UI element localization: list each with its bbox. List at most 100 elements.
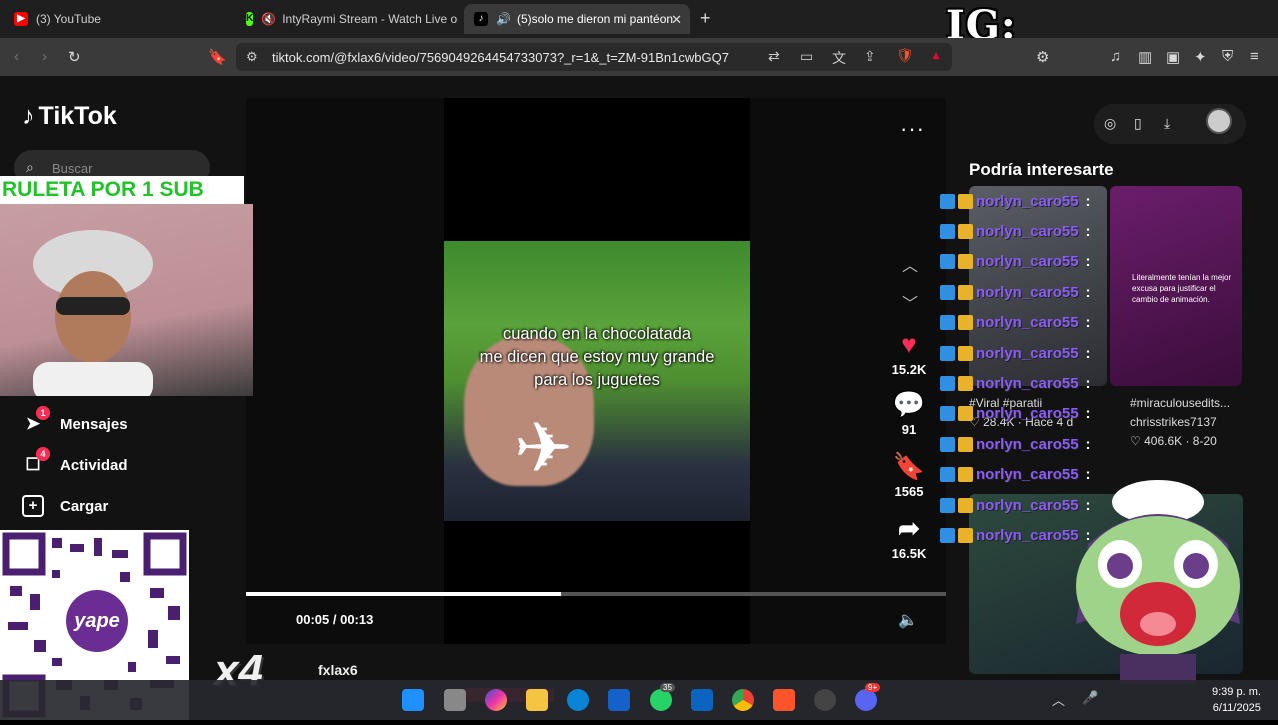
new-tab-button[interactable]: + xyxy=(700,8,711,29)
tray-chevron-icon[interactable]: ︿ xyxy=(1052,690,1065,709)
ai-icon[interactable]: ✦ xyxy=(1194,48,1207,66)
bookmark-icon: 🔖 xyxy=(892,451,926,481)
rewards-icon[interactable]: ▲ xyxy=(930,48,942,62)
tab-kick-stream[interactable]: K 🔇 IntyRaymi Stream - Watch Live on xyxy=(236,4,458,34)
muted-icon: 🔇 xyxy=(261,12,277,26)
share-icon[interactable]: ⇪ xyxy=(864,48,876,65)
close-tab-icon[interactable]: ✕ xyxy=(671,12,682,28)
back-icon[interactable]: ‹ xyxy=(14,48,19,65)
chrome-icon[interactable] xyxy=(732,689,754,711)
volume-icon[interactable]: 🔈 xyxy=(898,610,918,630)
like-button[interactable]: ♥ 15.2K xyxy=(876,330,942,377)
edge-icon[interactable] xyxy=(567,689,589,711)
sidebar-item-messages[interactable]: ➤ 1 Mensajes xyxy=(22,406,128,435)
system-clock[interactable]: 9:39 p. m. 6/11/2025 xyxy=(1212,684,1261,716)
subscriber-badge-icon xyxy=(958,467,973,483)
chat-separator: : xyxy=(1085,344,1091,362)
save-count: 1565 xyxy=(894,484,924,499)
tiktok-icon: ♪ xyxy=(474,12,488,26)
save-button[interactable]: 🔖 1565 xyxy=(876,452,942,499)
moderator-badge-icon xyxy=(940,527,955,543)
brave-shield-icon[interactable]: 🛡 xyxy=(896,47,914,64)
sidebar-item-upload[interactable]: + Cargar xyxy=(22,495,108,517)
avatar[interactable] xyxy=(1206,108,1232,134)
music-icon[interactable]: ♫ xyxy=(1110,48,1121,65)
video-author[interactable]: fxlax6 xyxy=(318,662,358,678)
wallet-icon[interactable]: ▣ xyxy=(1166,48,1180,66)
next-video-icon[interactable]: ﹀ xyxy=(902,290,918,314)
chat-message-row: norlyn_caro55: xyxy=(940,429,1120,459)
discord-icon[interactable]: 9+ xyxy=(855,683,881,711)
browser-tab-strip: ▶ (3) YouTube K 🔇 IntyRaymi Stream - Wat… xyxy=(0,0,1278,96)
file-explorer-icon[interactable] xyxy=(526,689,548,711)
tiktok-logo[interactable]: ♪ TikTok xyxy=(22,102,117,131)
chat-message-row: norlyn_caro55: xyxy=(940,338,1120,368)
extensions-icon[interactable]: ⚙ xyxy=(1036,48,1049,66)
start-icon[interactable] xyxy=(402,689,424,711)
moderator-badge-icon xyxy=(940,467,955,483)
language-icon[interactable]: 文 xyxy=(832,48,846,68)
brave-icon[interactable] xyxy=(773,689,795,711)
tab-tiktok-active[interactable]: ♪ 🔊 (5)solo me dieron mi pantéon ✕ xyxy=(464,4,690,34)
chat-username: norlyn_caro55 xyxy=(976,283,1079,301)
upload-icon: + xyxy=(22,495,44,517)
download-icon[interactable]: ⤓ xyxy=(1164,115,1170,132)
moderator-badge-icon xyxy=(940,284,955,300)
recommended-video-card[interactable]: Literalmente tenían la mejor excusa para… xyxy=(1110,186,1242,386)
chat-separator: : xyxy=(1085,283,1091,301)
translate-icon[interactable]: ⇄ xyxy=(768,48,780,65)
chat-message-row: norlyn_caro55: xyxy=(940,216,1120,246)
url-text[interactable]: tiktok.com/@fxlax6/video/756904926445473… xyxy=(272,50,729,65)
obs-icon[interactable] xyxy=(814,689,836,711)
microphone-icon[interactable]: 🎤 xyxy=(1082,690,1098,706)
toy-airplane-icon: ✈ xyxy=(514,409,573,487)
chat-username: norlyn_caro55 xyxy=(976,192,1079,210)
screen-icon[interactable]: ▭ xyxy=(800,48,813,65)
chat-separator: : xyxy=(1085,435,1091,453)
bookmark-icon[interactable]: 🔖 xyxy=(208,48,227,66)
video-progress-bar[interactable] xyxy=(246,592,946,596)
audio-icon: 🔊 xyxy=(496,12,511,26)
vpn-icon[interactable]: ⛨ xyxy=(1222,48,1233,65)
site-info-icon[interactable]: ⚙ xyxy=(246,49,258,65)
subscriber-badge-icon xyxy=(958,345,973,361)
reload-icon[interactable]: ↻ xyxy=(68,48,81,66)
device-icon[interactable]: ▯ xyxy=(1134,115,1142,132)
live-icon[interactable]: ◎ xyxy=(1104,115,1116,132)
chat-message-row: norlyn_caro55: xyxy=(940,247,1120,277)
task-view-icon[interactable] xyxy=(444,689,466,711)
tab-title: (3) YouTube xyxy=(36,12,101,26)
video-content[interactable]: cuando en la chocolatada me dicen que es… xyxy=(444,241,750,521)
forward-icon[interactable]: › xyxy=(42,48,47,65)
chat-username: norlyn_caro55 xyxy=(976,344,1079,362)
moderator-badge-icon xyxy=(940,224,955,240)
video-caption: cuando en la chocolatada me dicen que es… xyxy=(444,323,750,392)
send-icon: ➤ 1 xyxy=(22,406,50,435)
previous-video-icon[interactable]: ︿ xyxy=(902,252,918,276)
copilot-icon[interactable] xyxy=(485,689,507,711)
discord-badge: 9+ xyxy=(865,683,881,692)
sidebar-icon[interactable]: ▥ xyxy=(1138,48,1152,66)
whatsapp-icon[interactable]: 35 xyxy=(650,683,675,711)
menu-icon[interactable]: ≡ xyxy=(1250,48,1259,65)
inbox-icon: ☐ 4 xyxy=(22,447,50,476)
chat-message-row: norlyn_caro55: xyxy=(940,186,1120,216)
comment-button[interactable]: 💬 91 xyxy=(876,390,942,437)
subscriber-badge-icon xyxy=(958,376,973,392)
moderator-badge-icon xyxy=(940,193,955,209)
share-button[interactable]: ➦ 16.5K xyxy=(876,514,942,561)
caption-line: cuando en la chocolatada xyxy=(502,325,692,343)
more-options-icon[interactable]: ··· xyxy=(900,116,925,142)
heart-icon: ♥ xyxy=(901,329,917,359)
clock-time: 9:39 p. m. xyxy=(1212,686,1261,698)
outlook-icon[interactable] xyxy=(691,689,713,711)
moderator-badge-icon xyxy=(940,315,955,331)
tab-youtube[interactable]: ▶ (3) YouTube xyxy=(4,4,230,34)
sidebar-item-activity[interactable]: ☐ 4 Actividad xyxy=(22,447,128,476)
chat-message-row: norlyn_caro55: xyxy=(940,368,1120,398)
streamer-webcam xyxy=(0,204,253,396)
youtube-icon: ▶ xyxy=(14,12,28,26)
address-bar[interactable]: ⚙ tiktok.com/@fxlax6/video/7569049264454… xyxy=(236,43,952,71)
video-player[interactable]: cuando en la chocolatada me dicen que es… xyxy=(246,98,946,702)
store-icon[interactable] xyxy=(608,689,630,711)
